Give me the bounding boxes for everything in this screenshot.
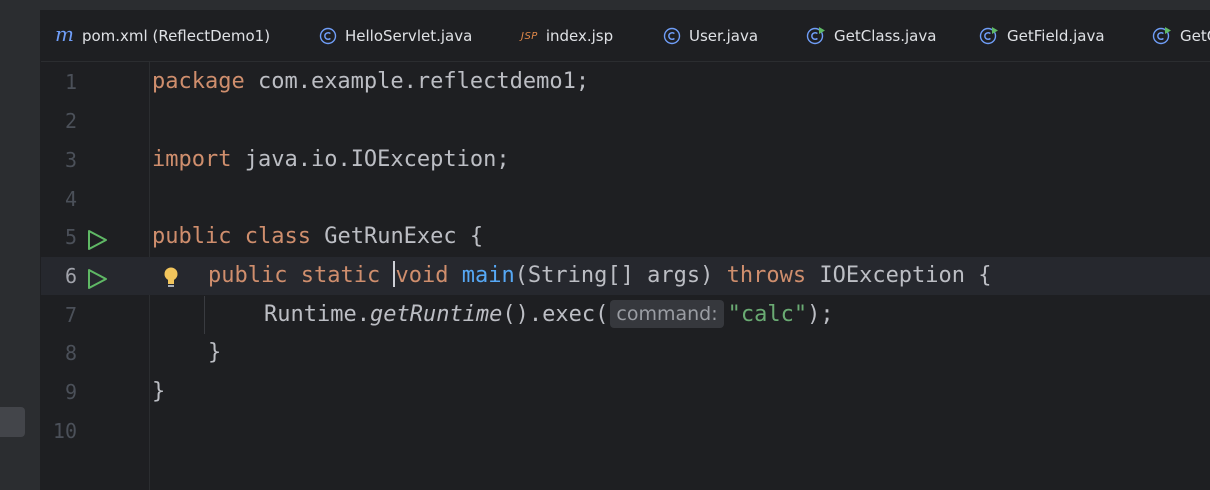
lightbulb-icon[interactable] [161,264,181,288]
window-top-bar [0,0,1210,11]
tab-hello-servlet[interactable]: HelloServlet.java [319,11,472,61]
code-line[interactable]: 7 Runtime.getRuntime().exec(command: "cal… [41,296,1210,334]
editor-tab-bar: m pom.xml (ReflectDemo1) HelloServlet.ja… [41,11,1210,62]
jsp-icon: JSP [521,30,538,42]
maven-icon: m [55,22,74,46]
code-line[interactable]: 3 import java.io.IOException; [41,141,1210,179]
runnable-class-icon [979,26,999,46]
code-line[interactable]: 1 package com.example.reflectdemo1; [41,63,1210,101]
code-line[interactable]: 5 public class GetRunExec { [41,218,1210,256]
code-editor[interactable]: 1 package com.example.reflectdemo1; 2 3 … [41,62,1210,490]
tab-label: GetClass.java [834,27,937,45]
code-text: package com.example.reflectdemo1; [152,69,590,94]
code-text: } [152,379,166,404]
line-number: 4 [64,187,77,211]
code-line[interactable]: 2 [41,102,1210,140]
class-icon [319,27,337,45]
class-icon [663,27,681,45]
tab-user-java[interactable]: User.java [663,11,758,61]
line-number: 7 [64,303,77,327]
line-number: 1 [64,70,77,94]
parameter-hint: command: [610,300,724,328]
code-line[interactable]: 8 } [41,334,1210,372]
tab-pom-xml[interactable]: m pom.xml (ReflectDemo1) [55,11,270,61]
line-number: 3 [64,148,77,172]
tool-window-button[interactable] [0,407,25,437]
tab-get-class[interactable]: GetClass.java [806,11,936,61]
line-number: 5 [64,225,77,249]
indent-guide [204,296,205,334]
tab-label: User.java [689,27,759,45]
code-line[interactable]: 9 } [41,373,1210,411]
tab-get-field[interactable]: GetField.java [979,11,1105,61]
code-text: public class GetRunExec { [152,224,484,249]
line-number: 6 [64,264,77,288]
code-text: Runtime.getRuntime().exec(command: "calc"… [264,300,834,328]
code-line-current[interactable]: 6 public static void main(String[] args)… [41,257,1210,295]
tab-label: pom.xml (ReflectDemo1) [81,27,271,45]
code-text: } [208,340,222,365]
code-text: import java.io.IOException; [152,147,510,172]
tab-label: HelloServlet.java [345,27,473,45]
tab-label: GetC [1180,27,1210,45]
tab-label: GetField.java [1007,27,1105,45]
left-tool-strip [0,10,41,490]
code-text: public static void main(String[] args) t… [208,261,992,288]
tab-get-c-truncated[interactable]: GetC [1152,11,1210,61]
tab-index-jsp[interactable]: JSP index.jsp [521,11,613,61]
code-line[interactable]: 4 [41,180,1210,218]
line-number: 10 [52,419,77,443]
code-line[interactable]: 10 [41,412,1210,450]
run-gutter-icon[interactable] [86,265,108,289]
runnable-class-icon [1152,26,1172,46]
line-number: 2 [64,109,77,133]
line-number: 9 [64,380,77,404]
line-number: 8 [64,341,77,365]
runnable-class-icon [806,26,826,46]
tab-label: index.jsp [545,27,614,45]
run-gutter-icon[interactable] [86,226,108,250]
